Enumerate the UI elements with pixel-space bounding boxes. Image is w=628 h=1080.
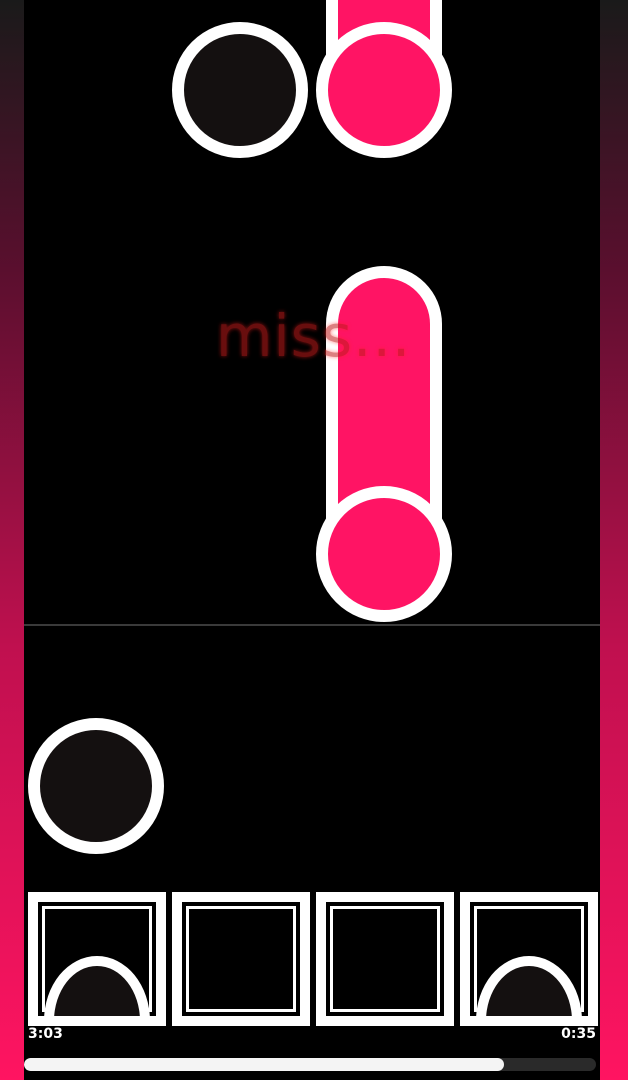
song-progress-bar bbox=[24, 1058, 596, 1071]
lane-4-pad[interactable] bbox=[460, 892, 598, 1026]
tap-note-dark-top bbox=[172, 22, 308, 158]
hold-note-head-top bbox=[316, 22, 452, 158]
elapsed-time: 3:03 bbox=[28, 1026, 63, 1042]
lane-2-pad-frame bbox=[186, 906, 296, 1012]
song-progress-fill bbox=[24, 1058, 505, 1071]
lane-3-pad-frame bbox=[330, 906, 440, 1012]
judgement-text: miss... bbox=[216, 302, 412, 370]
lane-3-pad[interactable] bbox=[316, 892, 454, 1026]
right-side-border bbox=[600, 0, 628, 1080]
judgement-line bbox=[24, 624, 600, 626]
lane-2-pad[interactable] bbox=[172, 892, 310, 1026]
tap-note-dark-lane-1 bbox=[28, 718, 164, 854]
left-side-border bbox=[0, 0, 24, 1080]
hold-note-head bbox=[316, 486, 452, 622]
remaining-time: 0:35 bbox=[561, 1026, 596, 1042]
lane-1-pad[interactable] bbox=[28, 892, 166, 1026]
